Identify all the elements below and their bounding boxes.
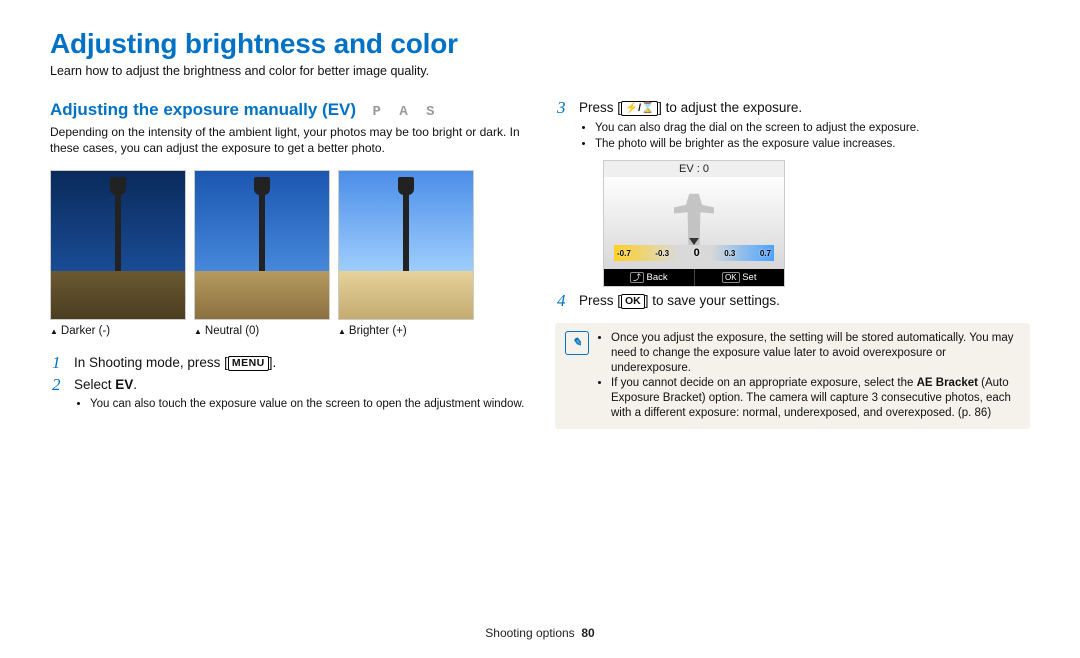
note-1: Once you adjust the exposure, the settin… xyxy=(611,331,1020,376)
left-column: Adjusting the exposure manually (EV) P A… xyxy=(50,100,525,429)
menu-button-label: MENU xyxy=(228,356,269,371)
cam-set: OK Set xyxy=(695,269,785,286)
steps-left: In Shooting mode, press [MENU]. Select E… xyxy=(50,355,525,413)
right-column: Press [⚡/⌛] to adjust the exposure. You … xyxy=(555,100,1030,429)
page-subtitle: Learn how to adjust the brightness and c… xyxy=(50,64,1080,78)
example-darker-image xyxy=(50,170,186,320)
ok-button-label: OK xyxy=(621,294,645,309)
example-darker-caption: ▲Darker (-) xyxy=(50,325,184,337)
step-3-sub1: You can also drag the dial on the screen… xyxy=(595,121,1030,137)
camera-ev-preview: EV : 0 -0.7 -0.3 0 0.3 0.7 ⤴ Back xyxy=(603,160,785,287)
step-3: Press [⚡/⌛] to adjust the exposure. You … xyxy=(555,100,1030,287)
ev-marker-icon xyxy=(689,238,699,245)
cam-back: ⤴ Back xyxy=(604,269,695,286)
example-brighter-image xyxy=(338,170,474,320)
step-1: In Shooting mode, press [MENU]. xyxy=(50,355,525,371)
example-neutral-caption: ▲Neutral (0) xyxy=(194,325,328,337)
step-2: Select EV. You can also touch the exposu… xyxy=(50,377,525,413)
note-2: If you cannot decide on an appropriate e… xyxy=(611,376,1020,421)
section-heading: Adjusting the exposure manually (EV) xyxy=(50,100,356,120)
note-box: ✎ Once you adjust the exposure, the sett… xyxy=(555,323,1030,429)
step-3-sub2: The photo will be brighter as the exposu… xyxy=(595,137,1030,153)
note-icon: ✎ xyxy=(565,331,589,355)
page-title: Adjusting brightness and color xyxy=(50,28,1080,60)
step-2-sub: You can also touch the exposure value on… xyxy=(90,397,525,413)
exposure-examples: ▲Darker (-) ▲Neutral (0) ▲Brighter (+) xyxy=(50,170,525,337)
example-brighter-caption: ▲Brighter (+) xyxy=(338,325,472,337)
mode-tags: P A S xyxy=(373,104,440,120)
ev-readout: EV : 0 xyxy=(604,161,784,177)
example-neutral-image xyxy=(194,170,330,320)
steps-right: Press [⚡/⌛] to adjust the exposure. You … xyxy=(555,100,1030,309)
section-body: Depending on the intensity of the ambien… xyxy=(50,124,525,156)
ev-scale: -0.7 -0.3 0 0.3 0.7 xyxy=(614,245,774,261)
page-footer: Shooting options 80 xyxy=(0,626,1080,640)
flash-timer-buttons: ⚡/⌛ xyxy=(621,101,658,116)
step-4: Press [OK] to save your settings. xyxy=(555,293,1030,309)
